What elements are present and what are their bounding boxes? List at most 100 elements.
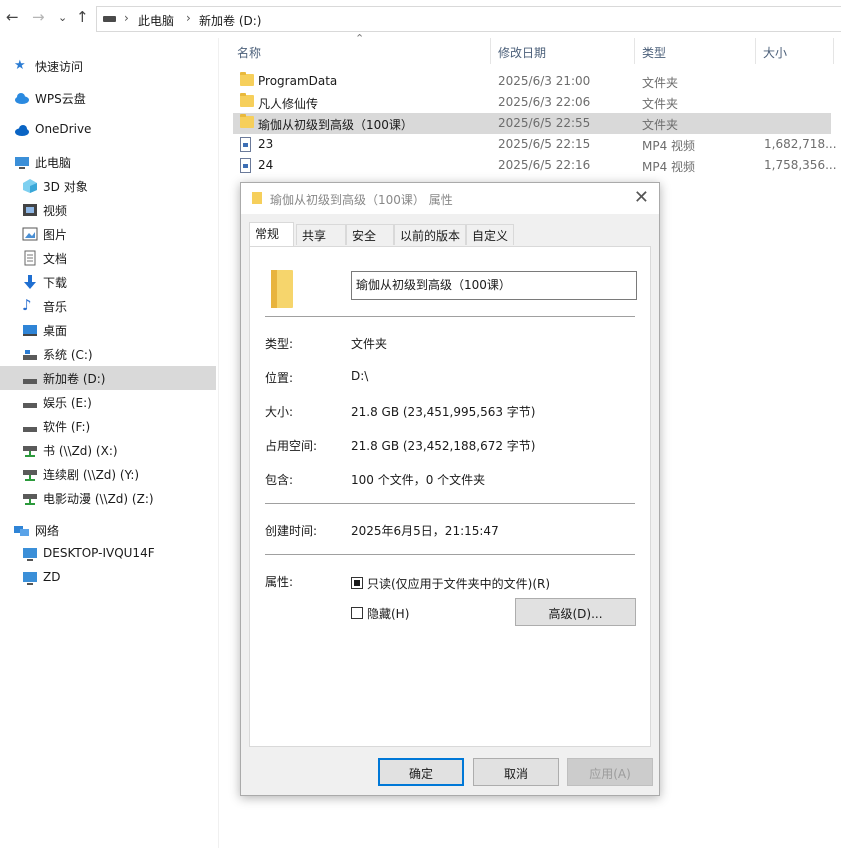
button-label: 取消 xyxy=(503,767,528,781)
column-header-date[interactable]: 修改日期 xyxy=(498,38,628,66)
folder-icon xyxy=(271,270,293,308)
sidebar-item-drive-e[interactable]: 娱乐 (E:) xyxy=(0,390,216,414)
sidebar-item-label: 图片 xyxy=(43,228,68,242)
ok-button[interactable]: 确定 xyxy=(378,758,464,786)
sidebar-item-label: 电影动漫 (\\Zd) (Z:) xyxy=(43,492,154,506)
readonly-label[interactable]: 只读(仅应用于文件夹中的文件)(R) xyxy=(367,575,550,592)
general-tab-panel: 瑜伽从初级到高级（100课） 类型: 文件夹 位置: D:\ 大小: 21.8 … xyxy=(249,246,651,747)
close-icon[interactable]: ✕ xyxy=(634,187,649,208)
breadcrumb-this-pc[interactable]: 此电脑 xyxy=(138,12,174,29)
tab-label: 安全 xyxy=(352,229,377,243)
sidebar-item-music[interactable]: ♪ 音乐 xyxy=(0,294,216,318)
file-type: 文件夹 xyxy=(642,97,679,111)
hidden-label[interactable]: 隐藏(H) xyxy=(367,605,409,622)
sidebar-item-label: DESKTOP-IVQU14F xyxy=(43,546,155,560)
sidebar-item-desktop[interactable]: 桌面 xyxy=(0,318,216,342)
tab-customize[interactable]: 自定义 xyxy=(466,224,514,245)
file-date: 2025/6/5 22:16 xyxy=(498,158,591,172)
sidebar-item-label: 音乐 xyxy=(43,300,68,314)
sidebar-item-label: 新加卷 (D:) xyxy=(43,372,106,386)
sidebar-item-3d-objects[interactable]: 3D 对象 xyxy=(0,174,216,198)
column-divider[interactable] xyxy=(490,38,491,64)
file-row[interactable]: 凡人修仙传 2025/6/3 22:06 文件夹 xyxy=(233,92,831,113)
sidebar-item-label: 3D 对象 xyxy=(43,180,88,194)
drive-icon xyxy=(22,394,38,410)
cloud-icon xyxy=(14,90,30,106)
cube-icon xyxy=(22,178,38,194)
sidebar-item-zd[interactable]: ZD xyxy=(0,566,216,590)
tab-general[interactable]: 常规 xyxy=(249,222,294,246)
sidebar-item-drive-y[interactable]: 连续剧 (\\Zd) (Y:) xyxy=(0,462,216,486)
file-row[interactable]: ProgramData 2025/6/3 21:00 文件夹 xyxy=(233,71,831,92)
sidebar-item-desktop-ivqu14f[interactable]: DESKTOP-IVQU14F xyxy=(0,542,216,566)
tab-previous-versions[interactable]: 以前的版本 xyxy=(394,224,466,245)
cancel-button[interactable]: 取消 xyxy=(473,758,559,786)
column-header-label: 大小 xyxy=(763,46,788,60)
sidebar-item-documents[interactable]: 文档 xyxy=(0,246,216,270)
column-header-type[interactable]: 类型 xyxy=(642,38,752,66)
folder-name-value: 瑜伽从初级到高级（100课） xyxy=(356,278,511,292)
contains-label: 包含: xyxy=(265,473,294,487)
sidebar-item-videos[interactable]: 视频 xyxy=(0,198,216,222)
tab-security[interactable]: 安全 xyxy=(346,224,394,245)
button-label: 确定 xyxy=(408,767,433,781)
file-row[interactable]: 23 2025/6/5 22:15 MP4 视频 1,682,718... xyxy=(233,134,837,155)
column-header-name[interactable]: 名称 xyxy=(237,38,487,66)
folder-name-input[interactable]: 瑜伽从初级到高级（100课） xyxy=(351,271,637,300)
forward-arrow-icon[interactable]: → xyxy=(32,8,45,26)
sidebar-item-quick-access[interactable]: ★ 快速访问 xyxy=(0,54,216,78)
sidebar-item-this-pc[interactable]: 此电脑 xyxy=(0,150,216,174)
button-label: 应用(A) xyxy=(589,767,631,781)
address-bar[interactable]: › 此电脑 › 新加卷 (D:) xyxy=(96,6,841,32)
breadcrumb-current-drive[interactable]: 新加卷 (D:) xyxy=(199,12,261,29)
sidebar-item-onedrive[interactable]: OneDrive xyxy=(0,118,216,142)
dialog-title-bar[interactable]: 瑜伽从初级到高级（100课） 属性 ✕ xyxy=(241,183,659,214)
file-name: 凡人修仙传 xyxy=(258,97,319,111)
file-row[interactable]: 24 2025/6/5 22:16 MP4 视频 1,758,356... xyxy=(233,155,837,176)
drive-icon xyxy=(103,16,116,22)
size-value: 21.8 GB (23,451,995,563 字节) xyxy=(351,405,536,419)
chevron-right-icon[interactable]: › xyxy=(124,11,129,25)
sidebar-item-pictures[interactable]: 图片 xyxy=(0,222,216,246)
file-type: MP4 视频 xyxy=(642,160,696,174)
tab-label: 常规 xyxy=(255,227,280,241)
up-arrow-icon[interactable]: ↑ xyxy=(76,8,89,26)
advanced-button[interactable]: 高级(D)... xyxy=(515,598,636,626)
video-file-icon xyxy=(240,158,251,173)
divider xyxy=(265,503,635,504)
column-divider[interactable] xyxy=(755,38,756,64)
column-divider[interactable] xyxy=(634,38,635,64)
sidebar-item-drive-f[interactable]: 软件 (F:) xyxy=(0,414,216,438)
sidebar-item-label: 书 (\\Zd) (X:) xyxy=(43,444,118,458)
drive-icon xyxy=(22,346,38,362)
size-on-disk-value: 21.8 GB (23,452,188,672 字节) xyxy=(351,439,536,453)
type-value: 文件夹 xyxy=(351,337,388,351)
attributes-label: 属性: xyxy=(265,575,294,589)
readonly-checkbox[interactable] xyxy=(351,577,363,589)
hidden-checkbox[interactable] xyxy=(351,607,363,619)
apply-button[interactable]: 应用(A) xyxy=(567,758,653,786)
sidebar-item-drive-x[interactable]: 书 (\\Zd) (X:) xyxy=(0,438,216,462)
tab-label: 以前的版本 xyxy=(400,229,461,243)
sidebar-item-downloads[interactable]: 下载 xyxy=(0,270,216,294)
back-arrow-icon[interactable]: ← xyxy=(6,8,19,26)
star-icon: ★ xyxy=(14,58,26,73)
tab-sharing[interactable]: 共享 xyxy=(296,224,346,245)
sidebar-item-label: 桌面 xyxy=(43,324,68,338)
sidebar-item-network[interactable]: 网络 xyxy=(0,518,216,542)
sidebar-item-label: 下载 xyxy=(43,276,68,290)
file-size: 1,758,356... xyxy=(764,158,837,172)
recent-locations-chevron-icon[interactable]: ⌄ xyxy=(58,11,67,24)
sidebar-item-label: 娱乐 (E:) xyxy=(43,396,92,410)
drive-icon xyxy=(22,370,38,386)
column-divider[interactable] xyxy=(833,38,834,64)
sidebar-item-drive-z[interactable]: 电影动漫 (\\Zd) (Z:) xyxy=(0,486,216,510)
column-header-size[interactable]: 大小 xyxy=(763,38,833,66)
sidebar-item-drive-d[interactable]: 新加卷 (D:) xyxy=(0,366,216,390)
chevron-right-icon[interactable]: › xyxy=(186,11,191,25)
sidebar-item-drive-c[interactable]: 系统 (C:) xyxy=(0,342,216,366)
file-date: 2025/6/5 22:55 xyxy=(498,116,591,130)
download-icon xyxy=(22,274,38,290)
sidebar-item-wps-cloud[interactable]: WPS云盘 xyxy=(0,86,216,110)
file-row[interactable]: 瑜伽从初级到高级（100课） 2025/6/5 22:55 文件夹 xyxy=(233,113,831,134)
